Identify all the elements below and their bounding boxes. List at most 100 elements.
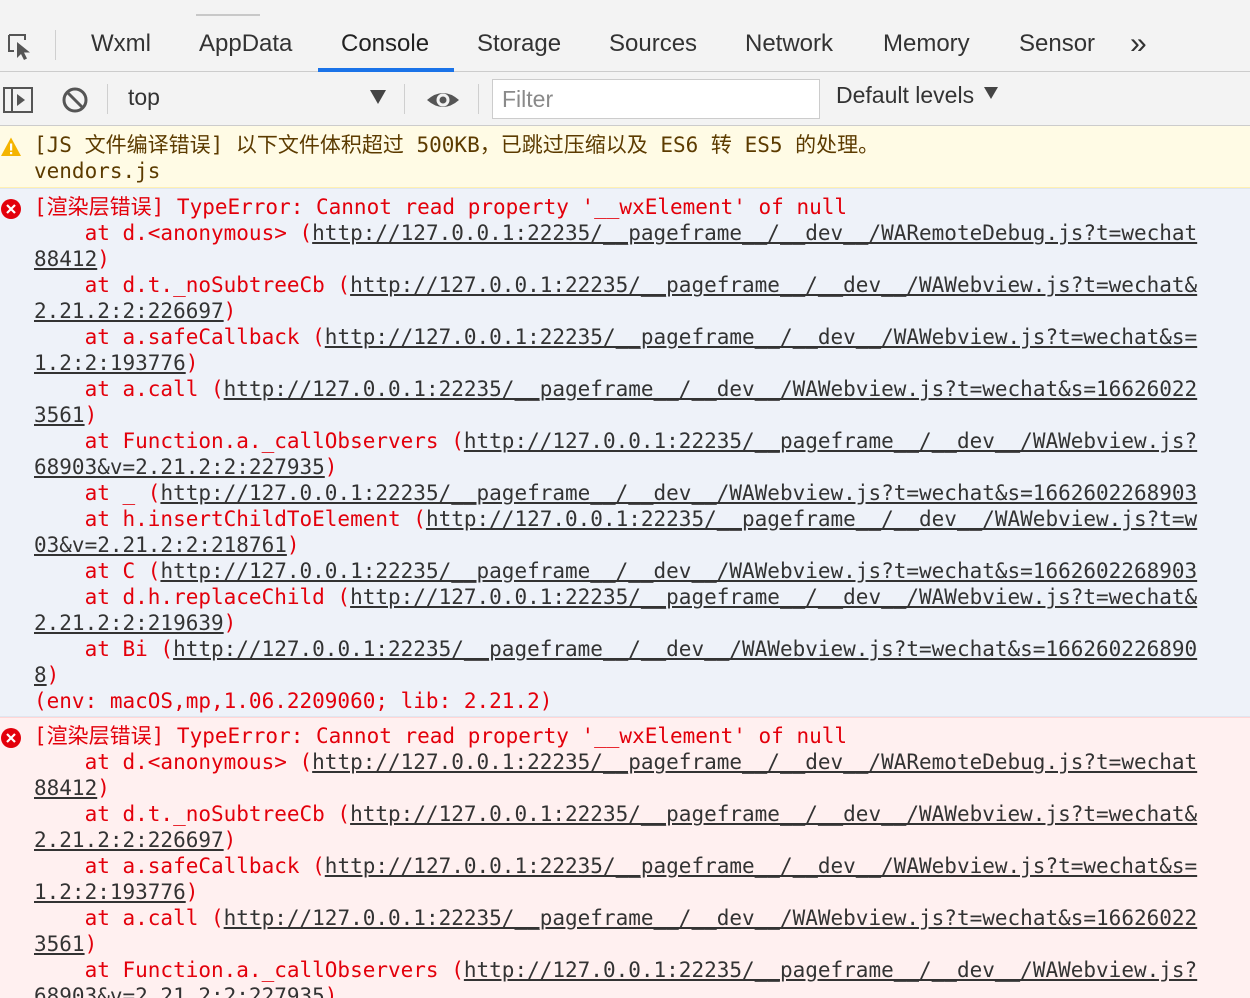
stack-frame-link[interactable]: http://127.0.0.1:22235/__pageframe__/__d… <box>160 481 1197 505</box>
stack-frame-line: at h.insertChildToElement (http://127.0.… <box>0 506 1250 532</box>
tab-network[interactable]: Network <box>745 22 833 72</box>
error-lines: [渲染层错误] TypeError: Cannot read property … <box>0 194 1250 714</box>
stack-frame-link[interactable]: 88412 <box>34 247 97 271</box>
stack-frame-link[interactable]: 03&v=2.21.2:2:218761 <box>34 533 287 557</box>
stack-frame-function: at d.h.replaceChild ( <box>34 585 351 609</box>
clear-console-button[interactable] <box>59 84 91 116</box>
stack-frame-close: ) <box>324 455 338 479</box>
stack-frame-link[interactable]: http://127.0.0.1:22235/__pageframe__/__d… <box>350 802 1197 826</box>
devtools-tab-bar: Wxml AppData Console Storage Sources Net… <box>0 0 1250 72</box>
stack-frame-line: 88412) <box>0 775 1250 801</box>
stack-frame-line: 68903&v=2.21.2:2:227935) <box>0 454 1250 480</box>
log-levels-dropdown[interactable]: Default levels <box>836 82 999 118</box>
stack-frame-line: 1.2:2:193776) <box>0 350 1250 376</box>
stack-frame-link[interactable]: 68903&v=2.21.2:2:227935 <box>34 455 325 479</box>
execution-context-select[interactable]: top <box>120 80 396 118</box>
stack-frame-close: ) <box>84 932 98 956</box>
tab-console[interactable]: Console <box>341 22 429 72</box>
stack-frame-link[interactable]: http://127.0.0.1:22235/__pageframe__/__d… <box>325 854 1197 878</box>
console-error-message[interactable]: [渲染层错误] TypeError: Cannot read property … <box>0 188 1250 717</box>
toolbar-separator <box>107 84 108 114</box>
stack-frame-link[interactable]: http://127.0.0.1:22235/__pageframe__/__d… <box>312 750 1197 774</box>
stack-frame-function: at a.call ( <box>34 377 224 401</box>
stack-frame-link[interactable]: http://127.0.0.1:22235/__pageframe__/__d… <box>224 377 1198 401</box>
stack-frame-link[interactable]: http://127.0.0.1:22235/__pageframe__/__d… <box>464 958 1197 982</box>
stack-frame-close: ) <box>324 984 338 998</box>
stack-frame-link[interactable]: 3561 <box>34 932 85 956</box>
stack-frame-link[interactable]: http://127.0.0.1:22235/__pageframe__/__d… <box>312 221 1197 245</box>
warning-icon <box>1 137 21 156</box>
stack-frame-function: at a.safeCallback ( <box>34 854 325 878</box>
warning-line: [JS 文件编译错误] 以下文件体积超过 500KB，已跳过压缩以及 ES6 转… <box>34 133 880 157</box>
stack-frame-function: at Function.a._callObservers ( <box>34 429 464 453</box>
more-tabs-button[interactable]: » <box>1130 28 1160 62</box>
stack-frame-line: 1.2:2:193776) <box>0 879 1250 905</box>
stack-frame-close: ) <box>223 611 237 635</box>
stack-frame-close: ) <box>97 776 110 800</box>
stack-frame-link[interactable]: http://127.0.0.1:22235/__pageframe__/__d… <box>350 273 1197 297</box>
execution-context-value: top <box>128 84 160 110</box>
stack-frame-link[interactable]: http://127.0.0.1:22235/__pageframe__/__d… <box>350 585 1197 609</box>
tab-appdata[interactable]: AppData <box>199 22 292 72</box>
stack-frame-link[interactable]: 1.2:2:193776 <box>34 880 186 904</box>
stack-frame-line: at Bi (http://127.0.0.1:22235/__pagefram… <box>0 636 1250 662</box>
stack-frame-line: at Function.a._callObservers (http://127… <box>0 957 1250 983</box>
stack-frame-link[interactable]: 1.2:2:193776 <box>34 351 186 375</box>
toggle-sidebar-button[interactable] <box>2 84 34 116</box>
toolbar-separator <box>404 84 405 114</box>
tab-storage[interactable]: Storage <box>477 22 561 72</box>
live-expression-button[interactable] <box>425 84 461 116</box>
stack-frame-link[interactable]: 2.21.2:2:219639 <box>34 611 224 635</box>
stack-frame-link[interactable]: http://127.0.0.1:22235/__pageframe__/__d… <box>173 637 1197 661</box>
log-levels-label: Default levels <box>836 82 975 108</box>
stack-frame-function: at h.insertChildToElement ( <box>34 507 426 531</box>
stack-frame-line: at d.t._noSubtreeCb (http://127.0.0.1:22… <box>0 272 1250 298</box>
stack-frame-line: at a.safeCallback (http://127.0.0.1:2223… <box>0 324 1250 350</box>
console-toolbar: top Default levels <box>0 72 1250 126</box>
stack-frame-link[interactable]: 3561 <box>34 403 85 427</box>
stack-frame-line: 2.21.2:2:219639) <box>0 610 1250 636</box>
stack-frame-close: ) <box>286 533 300 557</box>
stack-frame-close: ) <box>84 403 98 427</box>
error-env-info: (env: macOS,mp,1.06.2209060; lib: 2.21.2… <box>34 689 553 713</box>
tab-separator <box>55 30 56 60</box>
stack-frame-link[interactable]: http://127.0.0.1:22235/__pageframe__/__d… <box>160 559 1197 583</box>
clear-block-icon <box>62 87 88 113</box>
top-strip <box>0 0 1250 16</box>
tab-wxml[interactable]: Wxml <box>91 22 151 72</box>
stack-frame-link[interactable]: 88412 <box>34 776 97 800</box>
tab-sensor[interactable]: Sensor <box>1019 22 1095 72</box>
stack-frame-link[interactable]: http://127.0.0.1:22235/__pageframe__/__d… <box>224 906 1198 930</box>
stack-frame-link[interactable]: 68903&v=2.21.2:2:227935 <box>34 984 325 998</box>
stack-frame-line: 2.21.2:2:226697) <box>0 827 1250 853</box>
error-icon <box>1 728 21 748</box>
inspect-element-button[interactable] <box>4 30 36 62</box>
chevron-double-right-icon: » <box>1130 27 1147 60</box>
stack-frame-function: at Function.a._callObservers ( <box>34 958 464 982</box>
stack-frame-link[interactable]: http://127.0.0.1:22235/__pageframe__/__d… <box>464 429 1197 453</box>
stack-frame-link[interactable]: http://127.0.0.1:22235/__pageframe__/__d… <box>325 325 1197 349</box>
tab-sources[interactable]: Sources <box>609 22 697 72</box>
stack-frame-line: at a.call (http://127.0.0.1:22235/__page… <box>0 905 1250 931</box>
console-error-message[interactable]: [渲染层错误] TypeError: Cannot read property … <box>0 717 1250 998</box>
stack-frame-line: 3561) <box>0 402 1250 428</box>
stack-frame-close: ) <box>185 351 199 375</box>
stack-frame-link[interactable]: http://127.0.0.1:22235/__pageframe__/__d… <box>426 507 1197 531</box>
stack-frame-close: ) <box>223 299 237 323</box>
stack-frame-line: 88412) <box>0 246 1250 272</box>
top-strip-indicator <box>196 14 260 16</box>
stack-frame-function: at C ( <box>34 559 161 583</box>
stack-frame-link[interactable]: 2.21.2:2:226697 <box>34 828 224 852</box>
stack-frame-function: at Bi ( <box>34 637 174 661</box>
error-summary: [渲染层错误] TypeError: Cannot read property … <box>34 724 848 748</box>
error-lines: [渲染层错误] TypeError: Cannot read property … <box>0 723 1250 998</box>
stack-frame-link[interactable]: 8 <box>34 663 47 687</box>
stack-frame-close: ) <box>223 828 237 852</box>
stack-frame-line: 68903&v=2.21.2:2:227935) <box>0 983 1250 998</box>
filter-input[interactable] <box>492 79 820 119</box>
stack-frame-close: ) <box>97 247 110 271</box>
stack-frame-function: at d.<anonymous> ( <box>34 750 313 774</box>
stack-frame-link[interactable]: 2.21.2:2:226697 <box>34 299 224 323</box>
tab-memory[interactable]: Memory <box>883 22 970 72</box>
stack-frame-function: at a.safeCallback ( <box>34 325 325 349</box>
